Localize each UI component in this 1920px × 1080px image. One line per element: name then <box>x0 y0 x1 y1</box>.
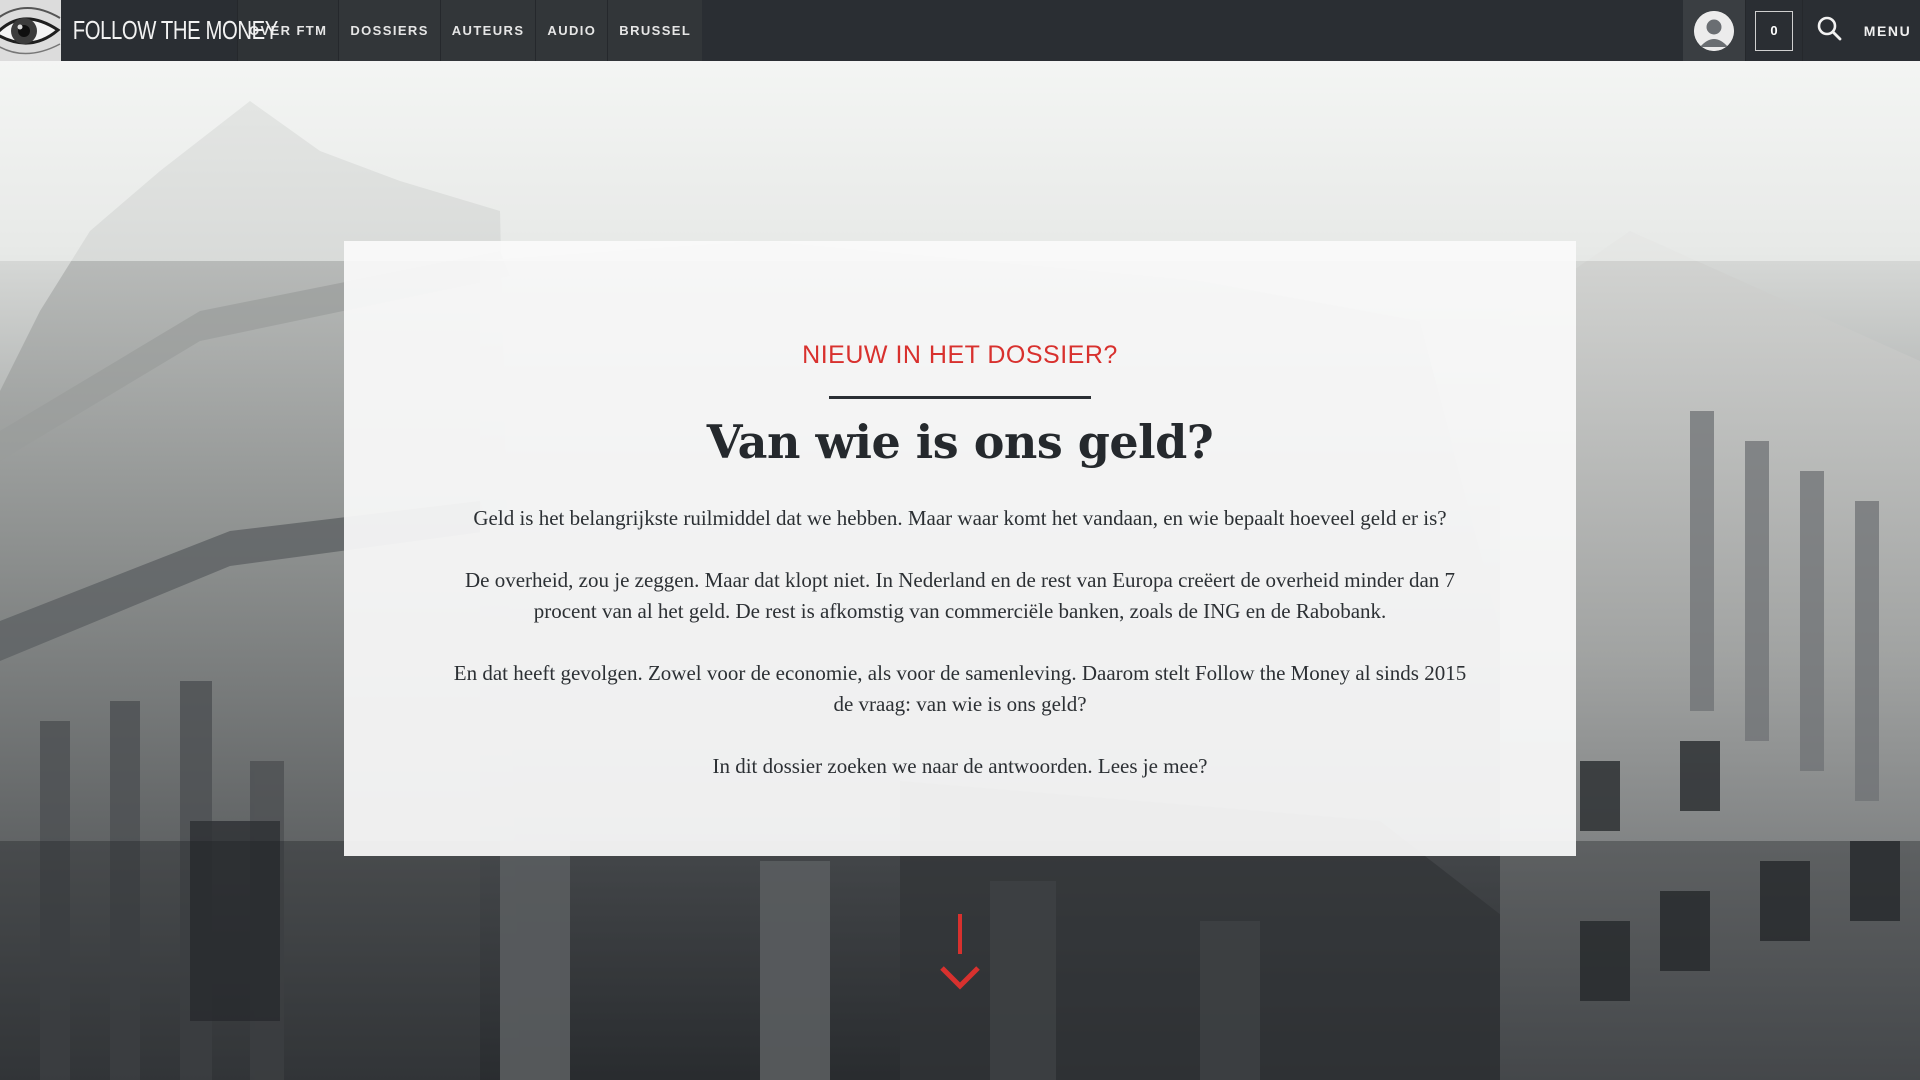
scroll-down-button[interactable] <box>938 912 982 994</box>
cart-area: 0 <box>1745 0 1803 61</box>
nav-item-audio[interactable]: AUDIO <box>535 0 608 61</box>
brand-wordmark[interactable]: FOLLOW THE MONEY <box>61 0 279 61</box>
dossier-hero: NIEUW IN HET DOSSIER? Van wie is ons gel… <box>0 61 1920 1080</box>
intro-paragraph: In dit dossier zoeken we naar de antwoor… <box>712 754 1208 778</box>
intro-paragraph: De overheid, zou je zeggen. Maar dat klo… <box>464 568 1456 623</box>
eye-icon[interactable] <box>0 0 61 61</box>
nav-item-dossiers[interactable]: DOSSIERS <box>338 0 440 61</box>
nav-item-auteurs[interactable]: AUTEURS <box>439 0 536 61</box>
dossier-intro-card: NIEUW IN HET DOSSIER? Van wie is ons gel… <box>344 241 1576 856</box>
cart-count-badge[interactable]: 0 <box>1755 10 1793 51</box>
nav-item-brussel[interactable]: BRUSSEL <box>607 0 703 61</box>
search-button[interactable] <box>1803 0 1855 61</box>
top-navigation: FOLLOW THE MONEY OVER FTM DOSSIERS AUTEU… <box>0 0 1920 61</box>
dossier-title: Van wie is ons geld? <box>706 415 1214 469</box>
intro-paragraph: En dat heeft gevolgen. Zowel voor de eco… <box>453 661 1467 716</box>
main-nav: OVER FTM DOSSIERS AUTEURS AUDIO BRUSSEL <box>237 0 703 61</box>
kicker-divider <box>829 396 1091 399</box>
user-avatar-icon <box>1694 10 1734 51</box>
account-button[interactable] <box>1683 0 1745 61</box>
header-actions: 0 MENU <box>1683 0 1920 61</box>
intro-paragraph: Geld is het belangrijkste ruilmiddel dat… <box>473 506 1447 530</box>
dossier-kicker: NIEUW IN HET DOSSIER? <box>802 341 1118 369</box>
dossier-intro-text: Geld is het belangrijkste ruilmiddel dat… <box>344 503 1576 782</box>
menu-button[interactable]: MENU <box>1855 0 1920 61</box>
arrow-down-icon <box>938 914 982 998</box>
search-icon <box>1816 15 1842 46</box>
